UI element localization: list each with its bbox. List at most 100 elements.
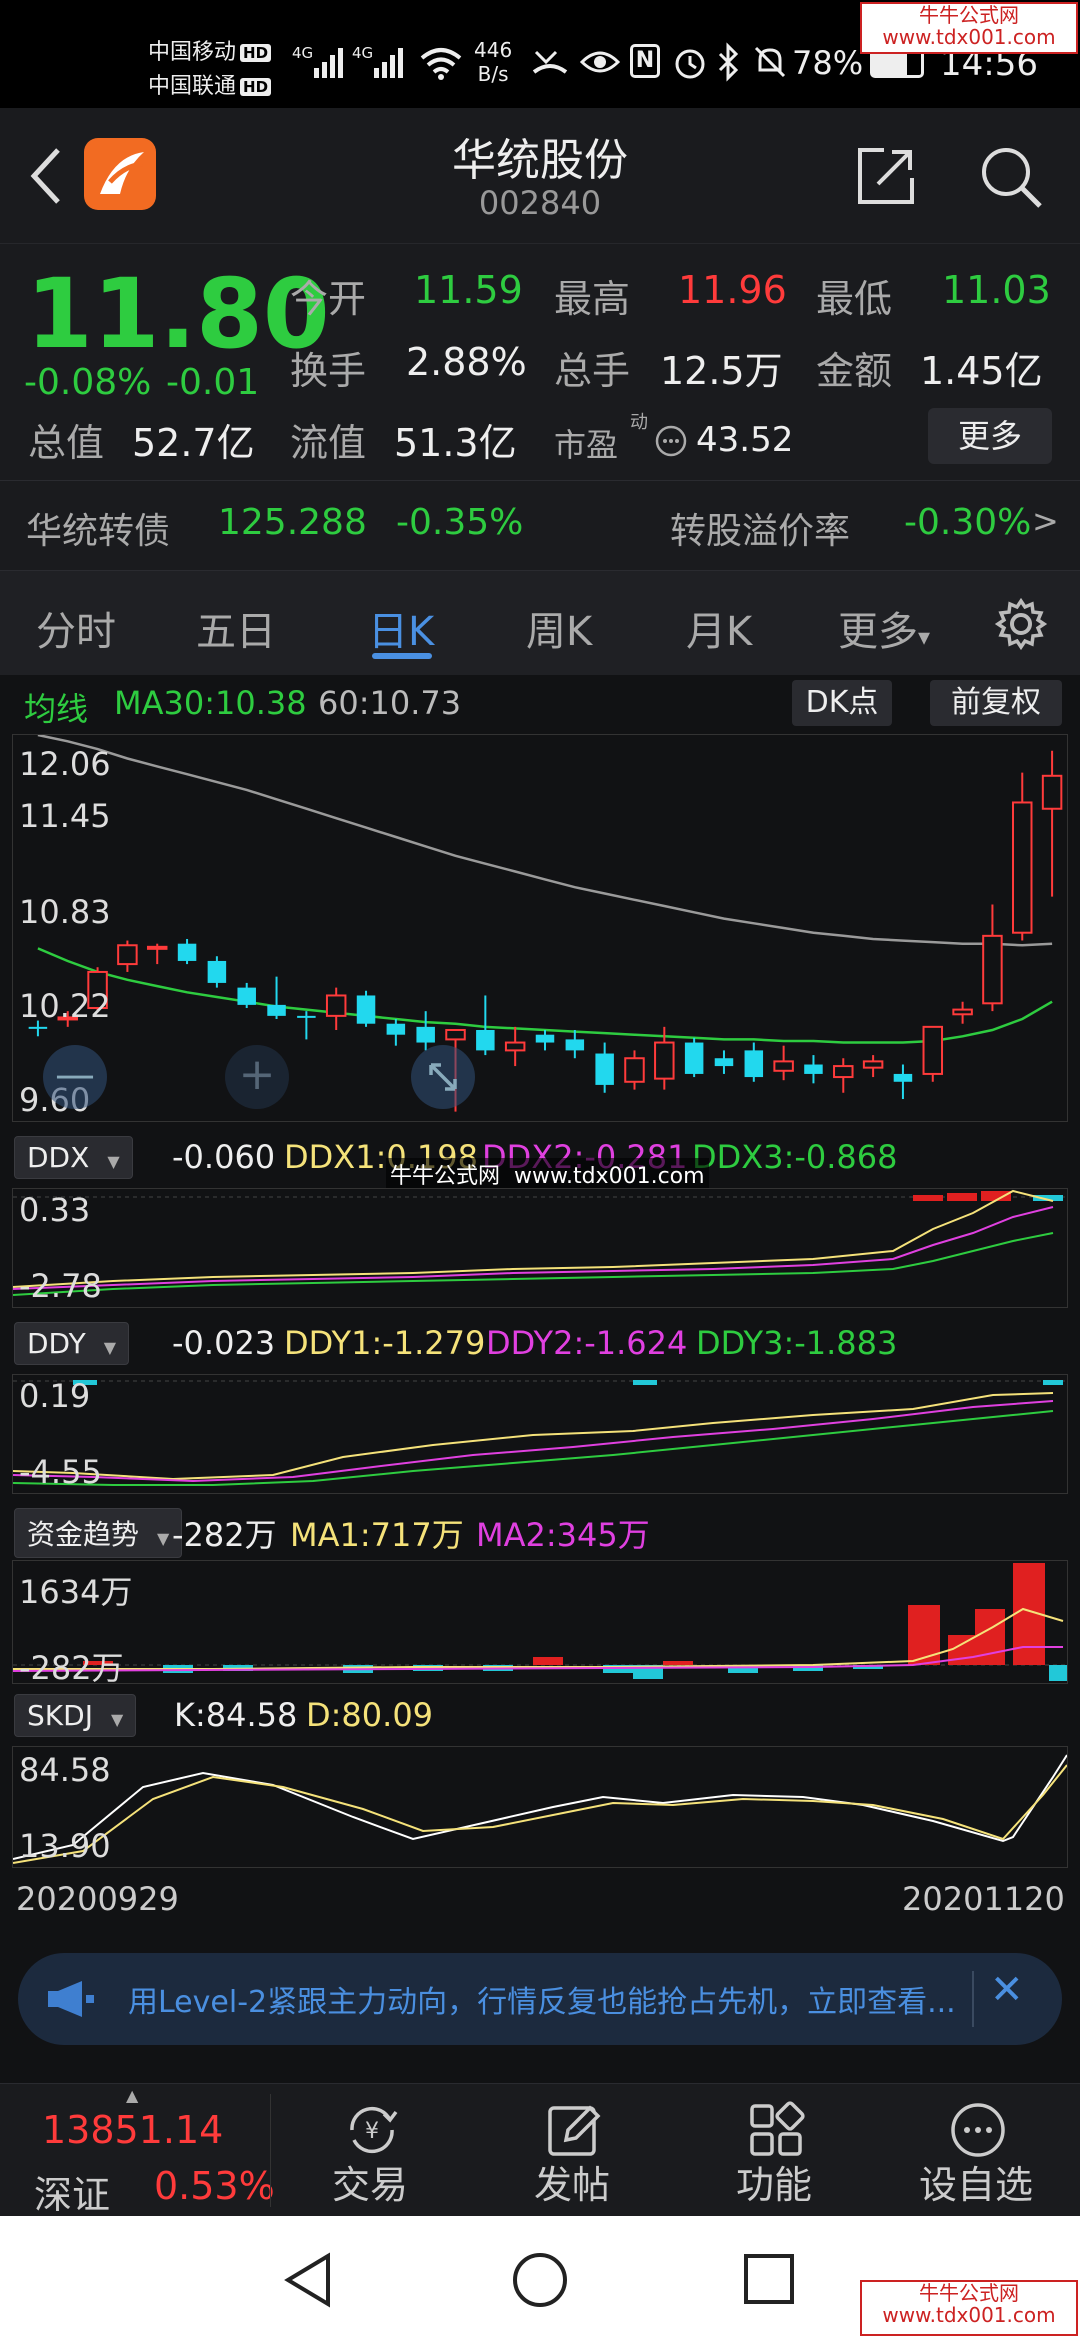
date-end: 20201120: [902, 1880, 1065, 1918]
gear-icon[interactable]: [994, 597, 1048, 651]
candle: [893, 1064, 913, 1100]
candle-body: [416, 1026, 435, 1043]
candle-body: [952, 1008, 973, 1016]
skdj-chart[interactable]: 84.58 13.90: [12, 1746, 1068, 1868]
candle-body: [624, 1057, 645, 1083]
candle-body: [744, 1050, 764, 1078]
more-button[interactable]: 更多: [928, 408, 1052, 464]
candle-body: [535, 1034, 555, 1043]
ddx3-value: DDX3:-0.868: [692, 1138, 898, 1176]
candle: [804, 1055, 823, 1084]
candle: [177, 938, 197, 965]
app-logo-icon: [84, 138, 156, 210]
close-icon[interactable]: ✕: [990, 1967, 1024, 2013]
megaphone-icon: [48, 1981, 94, 2017]
index-ticker[interactable]: ▲ 13851.14 深证 0.53%: [0, 2084, 275, 2217]
carrier-2: 中国联通 HD: [148, 68, 272, 100]
candle-body: [714, 1058, 734, 1067]
candle: [744, 1042, 764, 1082]
low-label: 最低: [816, 277, 893, 321]
y-tick: 0.33: [19, 1191, 91, 1229]
nav-back-icon[interactable]: [282, 2252, 334, 2308]
dk-point-button[interactable]: DK点: [792, 680, 892, 726]
premium-label: 转股溢价率: [670, 511, 851, 552]
candle-body: [325, 994, 347, 1017]
y-tick: 10.83: [19, 893, 111, 931]
tab-intraday[interactable]: 分时: [36, 599, 116, 657]
change-pct: -0.08%: [24, 362, 152, 403]
banner-text: 用Level-2紧跟主力动向，行情反复也能抢占先机，立即查看...: [128, 1985, 956, 2020]
pe-dynamic-mark: 动: [630, 412, 648, 433]
fullscreen-button[interactable]: [411, 1045, 475, 1109]
zoom-in-button[interactable]: +: [225, 1045, 289, 1109]
y-tick: 84.58: [19, 1751, 111, 1789]
skdj-k-value: K:84.58: [174, 1696, 298, 1734]
add-watchlist-button[interactable]: 设自选: [876, 2084, 1076, 2217]
svg-text:¥: ¥: [365, 2119, 379, 2144]
fund-trend-value: -282万: [172, 1516, 277, 1554]
change-value: -0.01: [166, 362, 260, 403]
candle-body: [297, 1015, 316, 1018]
candle: [146, 943, 168, 965]
ddy-chart[interactable]: 0.19 -4.55: [12, 1374, 1068, 1494]
tab-weekly-k[interactable]: 周K: [526, 599, 592, 657]
ddy-selector[interactable]: DDY: [14, 1322, 130, 1365]
back-arrow-icon[interactable]: [28, 146, 64, 206]
index-name: 深证: [34, 2173, 111, 2217]
candle: [833, 1058, 854, 1093]
signal-4g-label-2: 4G: [352, 44, 374, 62]
candle-body: [28, 1026, 48, 1029]
candle-body: [356, 995, 376, 1024]
ma30-value: MA30:10.38: [114, 684, 307, 722]
candle-body: [595, 1053, 614, 1085]
candle-body: [146, 945, 168, 950]
ddy1-value: DDY1:-1.279: [284, 1324, 486, 1362]
divider: [0, 480, 1080, 481]
post-label: 发帖: [533, 2163, 610, 2207]
premium-arrow-icon[interactable]: >: [1032, 502, 1059, 540]
tab-five-day[interactable]: 五日: [196, 599, 276, 657]
ddx-selector[interactable]: DDX: [14, 1136, 133, 1179]
ma60-value: 60:10.73: [318, 684, 462, 722]
banner-divider: [972, 1971, 974, 2027]
candle-body: [684, 1042, 704, 1074]
post-button[interactable]: 发帖: [472, 2084, 672, 2217]
skdj-selector[interactable]: SKDJ: [14, 1694, 137, 1737]
tab-daily-k[interactable]: 日K: [368, 599, 434, 657]
float-cap-value: 51.3亿: [394, 421, 517, 465]
y-tick: 1634万: [19, 1573, 133, 1611]
candle-body: [386, 1023, 406, 1035]
y-tick: 12.06: [19, 745, 111, 783]
candle: [982, 904, 1003, 1012]
kline-chart[interactable]: 12.06 11.45 10.83 10.22 9.60 — +: [12, 734, 1068, 1122]
nav-recents-icon[interactable]: [742, 2252, 796, 2306]
candle: [1041, 750, 1063, 897]
adjust-button[interactable]: 前复权: [930, 680, 1062, 726]
bluetooth-icon: [718, 42, 739, 82]
search-icon[interactable]: [978, 144, 1044, 210]
fund-trend-chart[interactable]: 1634万 -282万: [12, 1560, 1068, 1687]
tab-more[interactable]: 更多▾: [838, 599, 930, 657]
ddx-value: -0.060: [172, 1138, 276, 1176]
fund-trend-selector[interactable]: 资金趋势: [14, 1508, 183, 1558]
share-icon[interactable]: [856, 146, 916, 206]
bond-name[interactable]: 华统转债: [26, 502, 170, 554]
trade-button[interactable]: ¥ 交易: [270, 2084, 470, 2217]
ddy-value: -0.023: [172, 1324, 276, 1362]
nav-home-icon[interactable]: [510, 2250, 570, 2310]
tab-monthly-k[interactable]: 月K: [686, 599, 752, 657]
candle: [1012, 772, 1033, 941]
kline-svg: [28, 735, 1063, 1112]
ma60-line: [37, 735, 1053, 947]
level2-banner[interactable]: 用Level-2紧跟主力动向，行情反复也能抢占先机，立即查看... ✕: [18, 1953, 1062, 2045]
candle: [862, 1055, 884, 1078]
function-button[interactable]: 功能: [674, 2084, 874, 2217]
smiley-icon[interactable]: [654, 424, 688, 458]
zoom-out-button[interactable]: —: [43, 1045, 107, 1109]
ddx-chart[interactable]: 0.33 -2.78: [12, 1188, 1068, 1308]
candle: [714, 1050, 734, 1074]
y-tick: -2.78: [19, 1267, 102, 1305]
wifi-icon: [420, 48, 462, 80]
candle: [773, 1045, 794, 1081]
watermark-logo-top: 牛牛公式网 www.tdx001.com: [860, 2, 1078, 54]
